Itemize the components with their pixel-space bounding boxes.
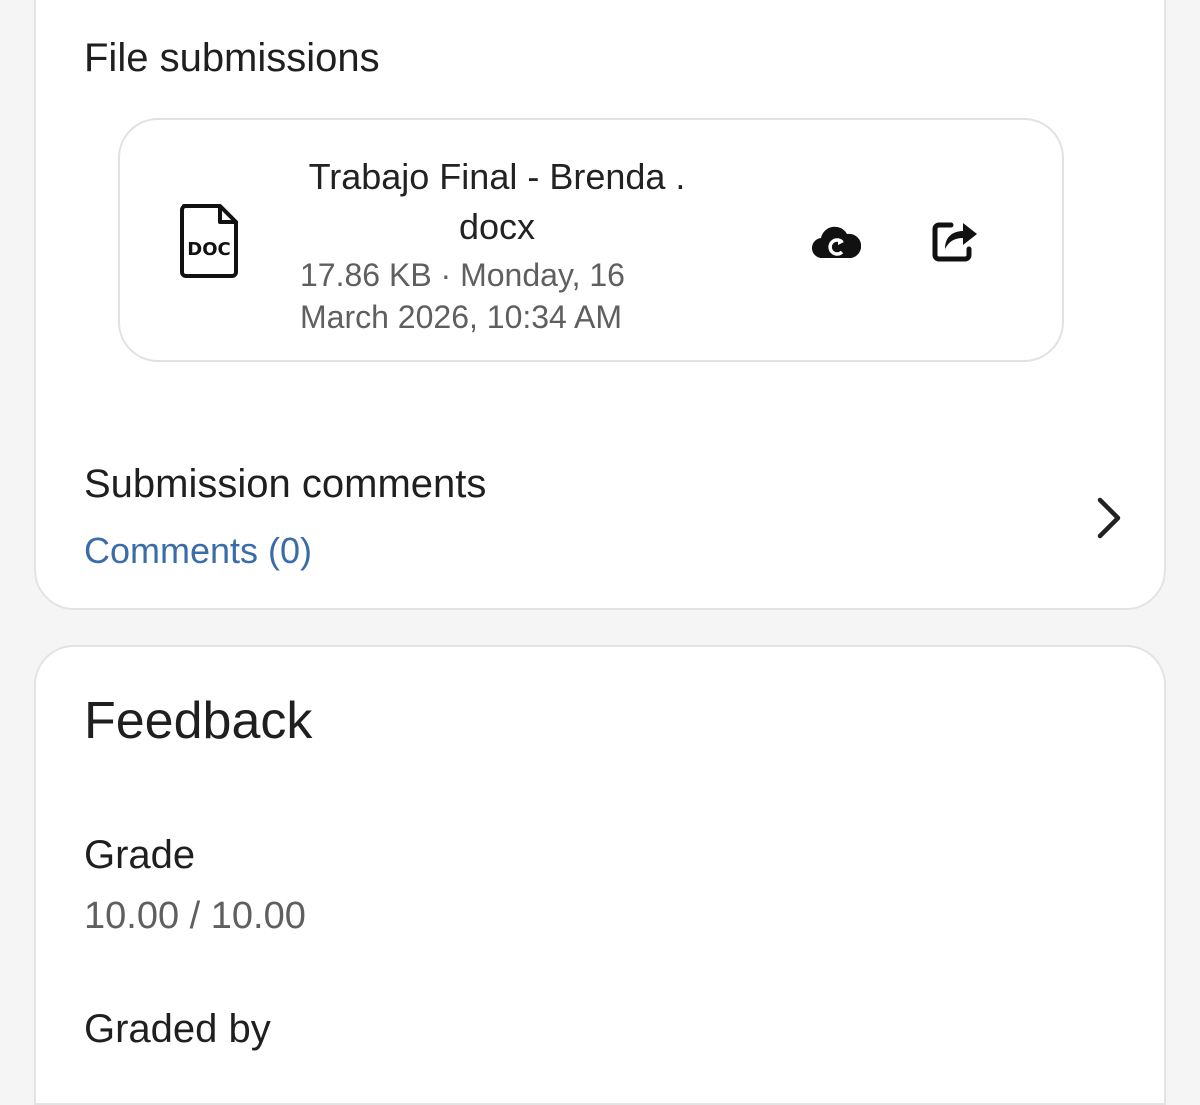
feedback-card: Feedback Grade 10.00 / 10.00 Graded by bbox=[34, 645, 1166, 1105]
graded-by-label: Graded by bbox=[84, 1007, 271, 1051]
open-external-icon bbox=[932, 222, 977, 262]
grade-value: 10.00 / 10.00 bbox=[84, 895, 306, 937]
cloud-sync-icon bbox=[812, 226, 861, 259]
meta-separator: · bbox=[440, 257, 452, 293]
chevron-right-icon[interactable] bbox=[1094, 496, 1124, 540]
file-item[interactable]: DOC Trabajo Final - Brenda .docx 17.86 K… bbox=[118, 118, 1064, 362]
file-name[interactable]: Trabajo Final - Brenda .docx bbox=[300, 152, 694, 252]
file-meta: 17.86 KB · Monday, 16 March 2026, 10:34 … bbox=[300, 254, 700, 338]
doc-file-icon: DOC bbox=[180, 204, 238, 278]
grade-label: Grade bbox=[84, 833, 196, 877]
file-size: 17.86 KB bbox=[300, 257, 432, 293]
open-in-app-button[interactable] bbox=[928, 212, 984, 268]
submission-comments-title: Submission comments bbox=[84, 462, 487, 506]
feedback-title: Feedback bbox=[84, 692, 313, 750]
sync-button[interactable] bbox=[808, 214, 864, 270]
comments-link[interactable]: Comments (0) bbox=[84, 530, 312, 572]
submission-comments-row[interactable]: Submission comments Comments (0) bbox=[36, 452, 1164, 592]
file-submissions-title: File submissions bbox=[84, 36, 380, 80]
submission-card: File submissions DOC Trabajo Final - Bre… bbox=[34, 0, 1166, 610]
doc-type-label: DOC bbox=[187, 239, 230, 260]
